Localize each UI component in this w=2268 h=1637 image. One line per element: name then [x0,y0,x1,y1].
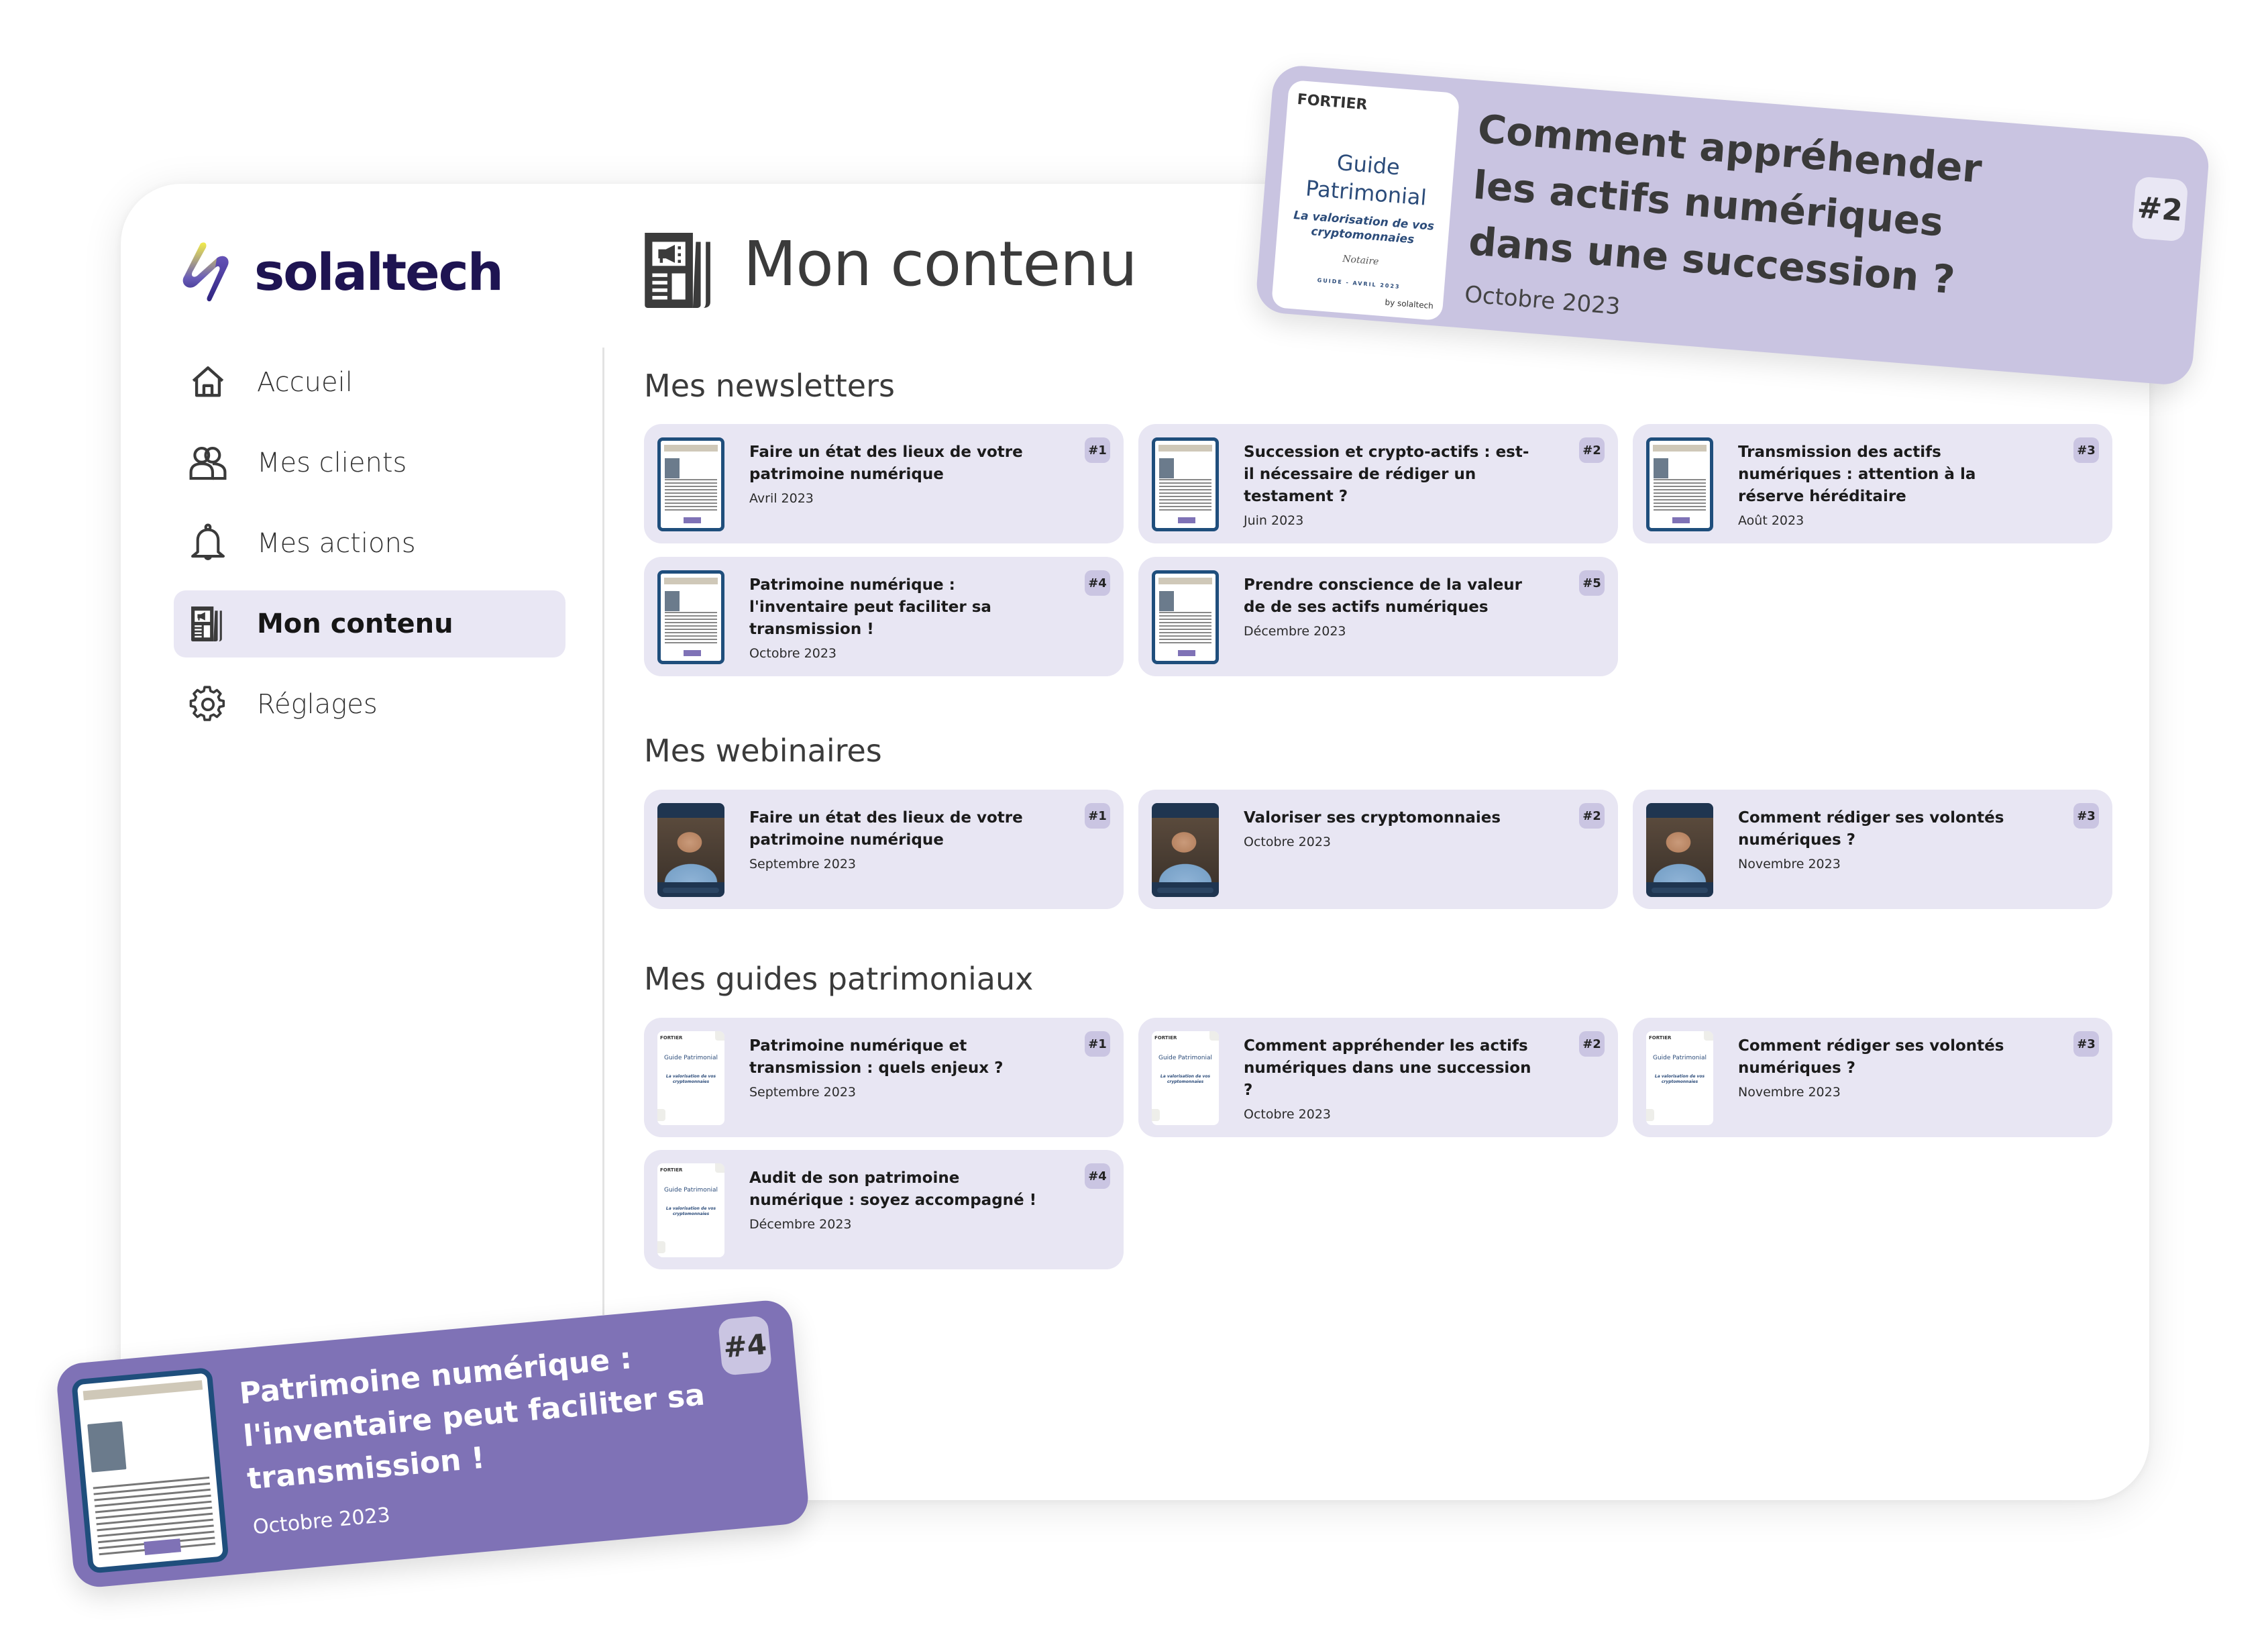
card-date: Décembre 2023 [1244,624,1346,639]
guides-card[interactable]: FORTIER Guide Patrimonial La valorisation … [1138,1018,1618,1137]
card-number-badge: #1 [1085,1031,1110,1057]
section-title-newsletters: Mes newsletters [644,368,895,404]
sidebar-item-label: Réglages [257,689,378,720]
card-number-badge: #2 [1579,1031,1605,1057]
webinar-thumbnail [657,803,724,897]
brand-name: solaltech [254,242,504,302]
brand-logo[interactable]: solaltech [178,238,504,305]
newspaper-icon [186,602,230,646]
sidebar-divider [602,348,604,1315]
card-number-badge: #2 [1579,803,1605,829]
guide-cover-subtitle: La valorisation de vos cryptomonnaies [1293,209,1435,247]
card-date: Septembre 2023 [749,1085,856,1100]
sidebar-item-reglages[interactable]: Réglages [174,671,565,738]
card-title: Patrimoine numérique : l'inventaire peut… [749,576,991,638]
guide-thumbnail: FORTIER Guide Patrimonial La valorisation … [1646,1031,1713,1125]
card-date: Avril 2023 [749,491,814,506]
card-title: Audit de son patrimoine numérique : soye… [749,1169,1037,1209]
card-number-badge: #1 [1085,437,1110,463]
featured-guide-badge: #2 [2131,176,2189,242]
card-title: Prendre conscience de la valeur de de se… [1244,576,1523,616]
card-number-badge: #3 [2073,1031,2099,1057]
sidebar-item-label: Accueil [257,367,353,398]
card-title: Succession et crypto-actifs : est-il néc… [1244,443,1529,505]
featured-newsletter-badge: #4 [717,1315,773,1376]
featured-guide-date: Octobre 2023 [1463,280,1621,321]
card-number-badge: #4 [1085,570,1110,596]
sidebar-item-label: Mon contenu [257,609,453,639]
guide-thumbnail: FORTIER Guide Patrimonial La valorisation … [1152,1031,1219,1125]
newsletters-card[interactable]: Faire un état des lieux de votre patrimo… [644,424,1124,543]
guides-card[interactable]: FORTIER Guide Patrimonial La valorisation … [1633,1018,2112,1137]
solaltech-logo-icon [182,242,229,302]
guides-card[interactable]: FORTIER Guide Patrimonial La valorisation … [644,1018,1124,1137]
featured-guide-title: Comment appréhender les actifs numérique… [1467,105,1984,303]
card-number-badge: #3 [2073,803,2099,829]
section-title-webinaires: Mes webinaires [644,733,882,769]
card-title: Comment rédiger ses volontés numériques … [1738,809,2004,849]
featured-newsletter-date: Octobre 2023 [252,1503,392,1540]
guide-cover-brand: FORTIER [1296,91,1368,114]
newsletters-card[interactable]: Succession et crypto-actifs : est-il néc… [1138,424,1618,543]
newspaper-icon [645,233,710,308]
card-date: Décembre 2023 [749,1217,852,1232]
home-icon [186,360,230,405]
newsletter-thumbnail [1646,437,1713,531]
card-number-badge: #5 [1579,570,1605,596]
users-icon [186,441,230,485]
webinaires-card[interactable]: Faire un état des lieux de votre patrimo… [644,790,1124,909]
card-date: Octobre 2023 [1244,1107,1332,1122]
newsletter-thumbnail [657,570,724,664]
guide-cover-footer: GUIDE - AVRIL 2023 [1317,277,1401,291]
guide-cover-thumbnail: FORTIER Guide Patrimonial La valorisatio… [1271,79,1460,321]
card-date: Juin 2023 [1244,513,1304,528]
newsletter-thumbnail [1152,437,1219,531]
card-title: Transmission des actifs numériques : att… [1738,443,1976,505]
guide-cover-notaire: Notaire [1342,254,1379,268]
featured-newsletter-title: Patrimoine numérique : l'inventaire peut… [237,1341,706,1497]
newsletter-thumbnail [71,1367,229,1574]
page-title: Mon contenu [743,228,1138,300]
section-title-guides: Mes guides patrimoniaux [644,961,1034,997]
sidebar-item-label: Mes actions [257,528,416,559]
newsletter-thumbnail [1152,570,1219,664]
card-date: Octobre 2023 [1244,835,1332,849]
webinaires-card[interactable]: Valoriser ses cryptomonnaies Octobre 2023… [1138,790,1618,909]
sidebar-item-mon-contenu[interactable]: Mon contenu [174,590,565,657]
guide-thumbnail: FORTIER Guide Patrimonial La valorisation … [657,1031,724,1125]
card-title: Comment appréhender les actifs numérique… [1244,1037,1531,1099]
card-date: Octobre 2023 [749,646,837,661]
newsletters-card[interactable]: Patrimoine numérique : l'inventaire peut… [644,557,1124,676]
sidebar-item-mes-actions[interactable]: Mes actions [174,510,565,577]
card-date: Novembre 2023 [1738,857,1841,872]
card-number-badge: #4 [1085,1163,1110,1189]
sidebar-item-mes-clients[interactable]: Mes clients [174,429,565,496]
guides-card[interactable]: FORTIER Guide Patrimonial La valorisation … [644,1150,1124,1269]
guide-thumbnail: FORTIER Guide Patrimonial La valorisation … [657,1163,724,1257]
gear-icon [186,682,230,727]
newsletter-thumbnail [657,437,724,531]
card-title: Faire un état des lieux de votre patrimo… [749,809,1023,849]
webinaires-card[interactable]: Comment rédiger ses volontés numériques … [1633,790,2112,909]
card-date: Août 2023 [1738,513,1804,528]
guide-cover-title: Guide Patrimonial [1305,149,1427,211]
card-date: Novembre 2023 [1738,1085,1841,1100]
webinar-thumbnail [1152,803,1219,897]
card-number-badge: #1 [1085,803,1110,829]
card-number-badge: #3 [2073,437,2099,463]
card-number-badge: #2 [1579,437,1605,463]
bell-icon [186,521,230,566]
card-date: Septembre 2023 [749,857,856,872]
card-title: Faire un état des lieux de votre patrimo… [749,443,1023,483]
sidebar-item-accueil[interactable]: Accueil [174,349,565,416]
newsletters-card[interactable]: Transmission des actifs numériques : att… [1633,424,2112,543]
card-title: Comment rédiger ses volontés numériques … [1738,1037,2004,1077]
newsletters-card[interactable]: Prendre conscience de la valeur de de se… [1138,557,1618,676]
sidebar-item-label: Mes clients [257,447,407,478]
guide-cover-by: by solaltech [1385,297,1434,311]
card-title: Patrimoine numérique et transmission : q… [749,1037,1004,1077]
card-title: Valoriser ses cryptomonnaies [1244,809,1501,827]
webinar-thumbnail [1646,803,1713,897]
